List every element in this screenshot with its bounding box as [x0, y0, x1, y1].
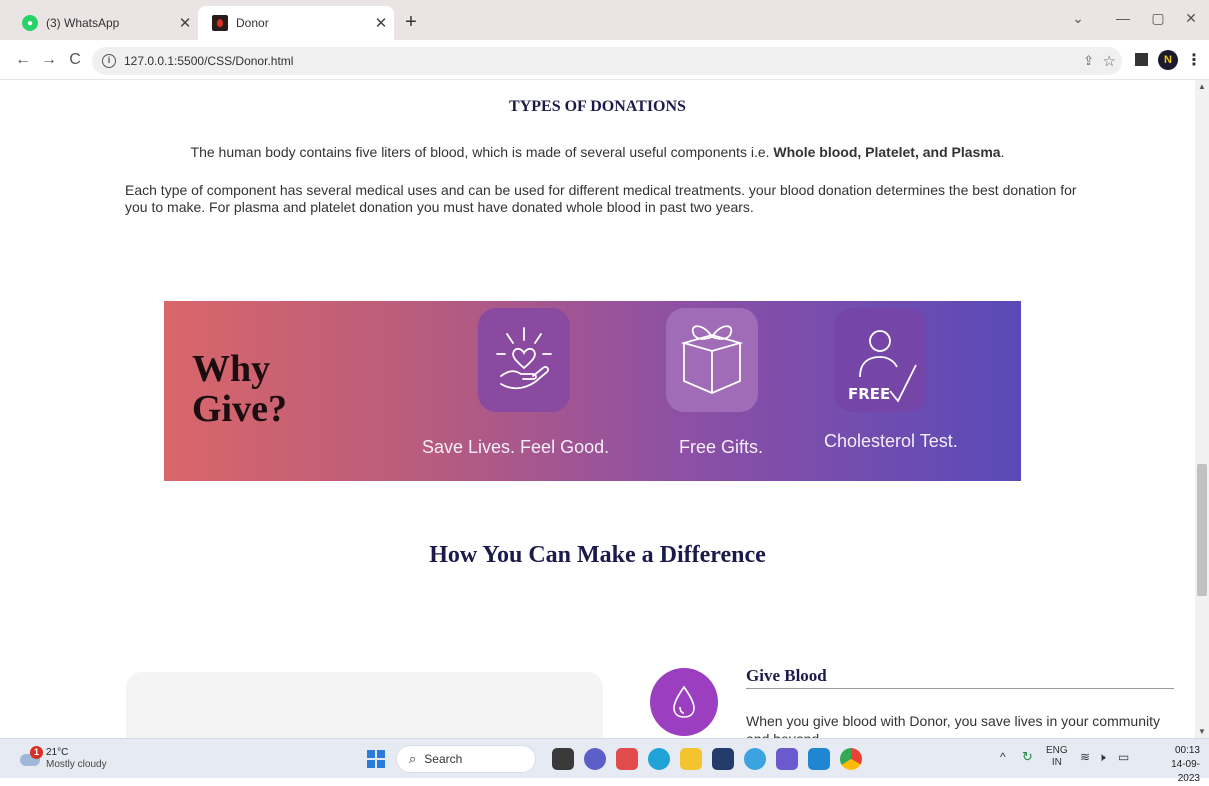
tab-donor[interactable]: Donor ✕ [198, 6, 394, 40]
taskbar-search[interactable]: ⌕ Search [396, 745, 536, 773]
page-scrollbar[interactable]: ▲ ▼ [1195, 80, 1209, 738]
edge-icon[interactable] [648, 748, 670, 770]
battery-icon[interactable]: ▭ [1118, 750, 1129, 764]
back-arrow-icon[interactable]: ← [12, 50, 34, 72]
give-text: Give? [192, 388, 287, 430]
why-give-banner: Why Give? FREE Save Lives. Feel Good. Fr… [164, 301, 1021, 481]
separator-text: , [857, 144, 866, 160]
site-info-icon[interactable]: i [102, 54, 116, 68]
lang-region: IN [1051, 757, 1062, 768]
platelet-plasma-text: Platelet, and Plasma [865, 144, 1001, 160]
benefit-cholesterol-test: Cholesterol Test. [824, 431, 958, 451]
search-label: Search [424, 752, 463, 766]
side-panel-icon[interactable] [1135, 53, 1148, 66]
chrome-icon[interactable] [840, 748, 862, 770]
tab-title: (3) WhatsApp [46, 16, 120, 30]
menu-kebab-icon[interactable]: ⋮ [1186, 50, 1202, 70]
profile-avatar[interactable]: N [1158, 50, 1178, 70]
whole-blood-text: Whole blood [773, 144, 858, 160]
clock-time: 00:13 [1174, 745, 1200, 756]
minimize-icon[interactable]: — [1110, 10, 1136, 26]
file-explorer-icon[interactable] [680, 748, 702, 770]
why-give-heading: Why Give? [192, 349, 287, 429]
bookmark-star-icon[interactable]: ☆ [1103, 52, 1116, 70]
gift-box-icon [666, 308, 758, 412]
blood-drop-icon [650, 668, 718, 736]
weather-widget[interactable]: 1 21°C Mostly cloudy [20, 744, 130, 774]
app-icon[interactable] [776, 748, 798, 770]
give-blood-description: When you give blood with Donor, you save… [746, 713, 1160, 738]
period-text: . [1000, 144, 1005, 160]
browser-tab-bar: ● (3) WhatsApp ✕ Donor ✕ + ⌄ — ▢ ✕ [0, 0, 1209, 40]
wifi-icon[interactable]: ≋ [1080, 750, 1090, 764]
image-card [126, 672, 603, 738]
tab-whatsapp[interactable]: ● (3) WhatsApp ✕ [8, 6, 198, 40]
restore-icon[interactable]: ▢ [1145, 10, 1171, 27]
app-icon[interactable] [744, 748, 766, 770]
tab-title: Donor [236, 16, 269, 30]
free-checkup-icon: FREE [834, 308, 926, 412]
give-blood-heading: Give Blood [746, 666, 827, 685]
reload-icon[interactable]: C [64, 50, 86, 72]
chat-icon[interactable] [584, 748, 606, 770]
donor-favicon-icon [212, 15, 228, 31]
tray-chevron-up-icon[interactable]: ^ [1000, 750, 1006, 764]
url-text[interactable]: 127.0.0.1:5500/CSS/Donor.html [124, 54, 293, 68]
copilot-icon[interactable]: ↻ [1022, 749, 1033, 765]
whatsapp-icon: ● [22, 15, 38, 31]
search-icon: ⌕ [409, 751, 417, 766]
start-windows-icon[interactable] [367, 750, 385, 768]
system-clock[interactable]: 00:13 14-09-2023 [1150, 744, 1200, 786]
new-tab-button[interactable]: + [398, 10, 424, 36]
close-icon[interactable]: ✕ [172, 14, 198, 32]
scrollbar-thumb[interactable] [1197, 464, 1207, 596]
share-icon[interactable]: ⇪ [1083, 53, 1094, 69]
divider [746, 688, 1174, 689]
why-text: Why [192, 348, 271, 390]
benefit-free-gifts: Free Gifts. [679, 437, 764, 457]
temperature: 21°C [46, 747, 69, 758]
tab-search-chevron-icon[interactable]: ⌄ [1065, 10, 1091, 27]
clock-date: 14-09-2023 [1171, 759, 1200, 784]
heart-in-hand-icon [478, 308, 570, 412]
window-close-icon[interactable]: ✕ [1178, 10, 1204, 27]
lang-code: ENG [1046, 745, 1068, 756]
browser-toolbar: ← → C i 127.0.0.1:5500/CSS/Donor.html ⇪ … [0, 40, 1209, 80]
store-icon[interactable] [712, 748, 734, 770]
windows-taskbar: 1 21°C Mostly cloudy ⌕ Search ^ ↻ ENG IN… [0, 738, 1209, 784]
scroll-down-arrow-icon[interactable]: ▼ [1198, 727, 1206, 736]
vscode-icon[interactable] [808, 748, 830, 770]
scroll-up-arrow-icon[interactable]: ▲ [1198, 82, 1206, 91]
benefit-save-lives: Save Lives. Feel Good. [422, 437, 610, 457]
address-bar[interactable]: i 127.0.0.1:5500/CSS/Donor.html ⇪ ☆ [92, 47, 1122, 75]
page-viewport: TYPES OF DONATIONS The human body contai… [0, 80, 1195, 738]
notification-badge: 1 [30, 746, 43, 759]
speaker-muted-icon[interactable]: 🕨 [1098, 750, 1106, 765]
intro-paragraph: The human body contains five liters of b… [0, 144, 1195, 160]
language-indicator[interactable]: ENG IN [1046, 745, 1068, 769]
task-view-icon[interactable] [552, 748, 574, 770]
intro-text: The human body contains five liters of b… [190, 144, 774, 160]
free-badge-text: FREE [848, 385, 890, 403]
component-uses-paragraph: Each type of component has several medic… [125, 182, 1077, 215]
forward-arrow-icon[interactable]: → [38, 50, 60, 72]
types-of-donations-heading: TYPES OF DONATIONS [509, 98, 686, 115]
weather-condition: Mostly cloudy [46, 759, 107, 770]
close-icon[interactable]: ✕ [368, 14, 394, 32]
office-icon[interactable] [616, 748, 638, 770]
make-a-difference-heading: How You Can Make a Difference [429, 542, 766, 568]
